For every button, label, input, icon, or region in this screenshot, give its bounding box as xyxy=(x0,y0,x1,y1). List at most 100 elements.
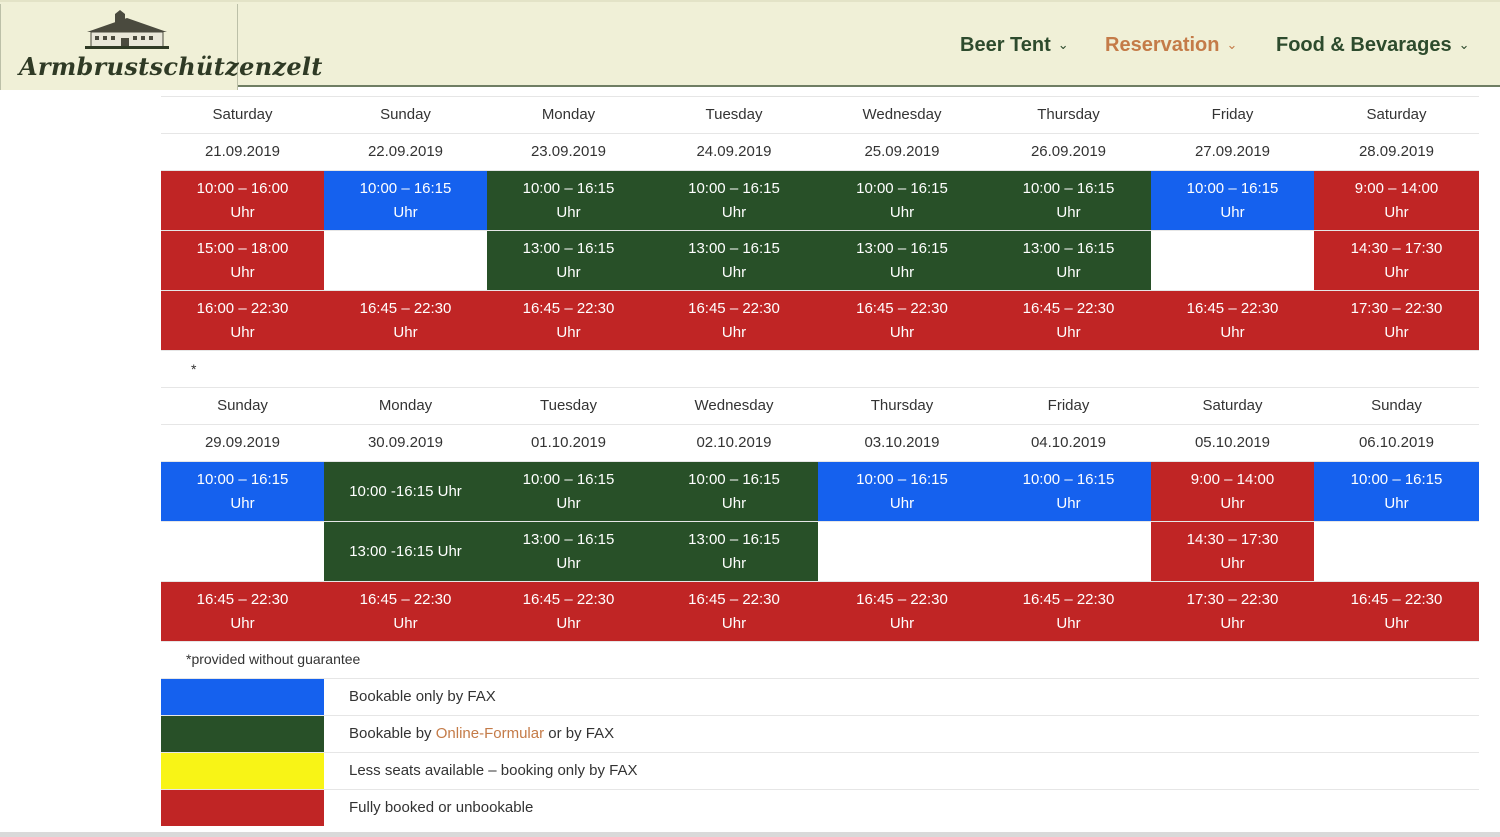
time-slot-green: 10:00 – 16:15 Uhr xyxy=(650,171,818,230)
time-slot-text: 10:00 – 16:15 Uhr xyxy=(1023,468,1115,516)
time-slot-red: 16:45 – 22:30 Uhr xyxy=(1314,582,1479,641)
date-header: 25.09.2019 xyxy=(864,143,940,160)
time-slot-blue: 10:00 – 16:15 Uhr xyxy=(324,171,487,230)
nav-reservation[interactable]: Reservation ⌄ xyxy=(1105,34,1237,57)
legend-text: Bookable only by FAX xyxy=(349,688,496,705)
time-slot-unit: Uhr xyxy=(230,263,255,281)
time-slot-red: 16:45 – 22:30 Uhr xyxy=(324,291,487,350)
time-slot-unit: Uhr xyxy=(556,203,581,221)
time-slot-text: 13:00 – 16:15 Uhr xyxy=(856,237,948,285)
time-slot-time: 16:45 – 22:30 xyxy=(688,590,780,608)
week1-days-row: Saturday Sunday Monday Tuesday Wednesday… xyxy=(161,96,1479,133)
time-slot-text: 10:00 – 16:15 Uhr xyxy=(523,468,615,516)
legend-swatch-red xyxy=(161,790,324,826)
time-slot-text: 13:00 – 16:15 Uhr xyxy=(523,528,615,576)
time-slot-red: 15:00 – 18:00 Uhr xyxy=(161,231,324,290)
time-slot-red: 16:45 – 22:30 Uhr xyxy=(1151,291,1314,350)
week2-slot-row: 10:00 – 16:15 Uhr 10:00 -16:15 Uhr 10:00 – … xyxy=(161,461,1479,521)
time-slot-unit: Uhr xyxy=(230,203,255,221)
week2-slot-row: 13:00 -16:15 Uhr 13:00 – 16:15 Uhr 13:00 – … xyxy=(161,521,1479,581)
time-slot-unit: Uhr xyxy=(393,614,418,632)
time-slot-text: 16:45 – 22:30 Uhr xyxy=(197,588,289,636)
time-slot-text: 14:30 – 17:30 Uhr xyxy=(1351,237,1443,285)
time-slot-text: 10:00 – 16:15 Uhr xyxy=(856,177,948,225)
time-slot-green: 13:00 – 16:15 Uhr xyxy=(650,522,818,581)
legend-row: Bookable only by FAX xyxy=(161,678,1479,715)
time-slot-text: 16:45 – 22:30 Uhr xyxy=(856,588,948,636)
time-slot-green: 10:00 – 16:15 Uhr xyxy=(986,171,1151,230)
reservation-schedule-table: Saturday Sunday Monday Tuesday Wednesday… xyxy=(161,96,1479,826)
nav-food-beverages[interactable]: Food & Bevarages ⌄ xyxy=(1276,34,1470,57)
time-slot-green: 13:00 – 16:15 Uhr xyxy=(487,522,650,581)
week2-dates-row: 29.09.2019 30.09.2019 01.10.2019 02.10.2… xyxy=(161,424,1479,461)
time-slot-time: 10:00 – 16:15 xyxy=(1186,179,1279,197)
day-header: Monday xyxy=(541,106,596,123)
time-slot-unit: Uhr xyxy=(1220,614,1245,632)
date-header: 23.09.2019 xyxy=(530,143,607,160)
date-header: 01.10.2019 xyxy=(530,434,607,451)
day-header: Saturday xyxy=(1366,106,1427,123)
time-slot-unit: Uhr xyxy=(1384,614,1409,632)
time-slot-green: 13:00 – 16:15 Uhr xyxy=(487,231,650,290)
date-header: 30.09.2019 xyxy=(367,434,444,451)
time-slot-time: 16:45 – 22:30 xyxy=(359,299,452,317)
week2-days-row: Sunday Monday Tuesday Wednesday Thursday… xyxy=(161,387,1479,424)
legend-swatch-green xyxy=(161,716,324,752)
time-slot-green: 13:00 – 16:15 Uhr xyxy=(818,231,986,290)
legend-text: Fully booked or unbookable xyxy=(349,799,534,816)
time-slot-text: 15:00 – 18:00 Uhr xyxy=(197,237,289,285)
time-slot-red: 16:45 – 22:30 Uhr xyxy=(650,291,818,350)
time-slot-unit: Uhr xyxy=(1056,614,1081,632)
time-slot-unit: Uhr xyxy=(556,323,581,341)
time-slot-unit: Uhr xyxy=(889,494,915,512)
time-slot-unit: Uhr xyxy=(721,263,747,281)
time-slot-green: 10:00 – 16:15 Uhr xyxy=(487,462,650,521)
date-header: 28.09.2019 xyxy=(1358,143,1435,160)
time-slot-time: 16:45 – 22:30 xyxy=(196,590,289,608)
time-slot-time: 16:45 – 22:30 xyxy=(1186,299,1279,317)
time-slot-green: 10:00 – 16:15 Uhr xyxy=(487,171,650,230)
time-slot-time: 13:00 -16:15 Uhr xyxy=(349,542,462,560)
time-slot-unit: Uhr xyxy=(721,554,747,572)
time-slot-red: 16:45 – 22:30 Uhr xyxy=(986,291,1151,350)
day-header: Sunday xyxy=(217,397,268,414)
time-slot-white xyxy=(161,522,324,581)
time-slot-time: 10:00 -16:15 Uhr xyxy=(349,482,462,500)
time-slot-unit: Uhr xyxy=(1384,203,1409,221)
nav-label: Beer Tent xyxy=(960,34,1051,56)
online-formular-link[interactable]: Online-Formular xyxy=(436,725,544,742)
time-slot-time: 10:00 – 16:15 xyxy=(688,470,780,488)
date-header: 27.09.2019 xyxy=(1194,143,1271,160)
time-slot-white xyxy=(1314,522,1479,581)
date-header: 06.10.2019 xyxy=(1358,434,1435,451)
time-slot-text: 10:00 – 16:15 Uhr xyxy=(360,177,452,225)
week1-dates-row: 21.09.2019 22.09.2019 23.09.2019 24.09.2… xyxy=(161,133,1479,170)
day-header: Monday xyxy=(378,397,433,414)
time-slot-time: 16:45 – 22:30 xyxy=(856,299,948,317)
time-slot-time: 16:45 – 22:30 xyxy=(359,590,452,608)
time-slot-time: 10:00 – 16:15 xyxy=(1022,179,1115,197)
date-header: 02.10.2019 xyxy=(696,434,772,451)
time-slot-blue: 10:00 – 16:15 Uhr xyxy=(986,462,1151,521)
footnote-text: *provided without guarantee xyxy=(186,651,361,667)
time-slot-blue: 10:00 – 16:15 Uhr xyxy=(818,462,986,521)
time-slot-text: 10:00 – 16:15 Uhr xyxy=(688,468,780,516)
week2-slot-row: 16:45 – 22:30 Uhr 16:45 – 22:30 Uhr 16:45 – … xyxy=(161,581,1479,641)
nav-beer-tent[interactable]: Beer Tent ⌄ xyxy=(960,34,1069,57)
date-header: 03.10.2019 xyxy=(864,434,940,451)
site-logo[interactable]: Armbrustschützenzelt xyxy=(0,4,322,90)
chevron-down-icon: ⌄ xyxy=(1226,37,1238,52)
time-slot-text: 16:45 – 22:30 Uhr xyxy=(856,297,948,345)
time-slot-text: 10:00 – 16:15 Uhr xyxy=(197,468,289,516)
time-slot-unit: Uhr xyxy=(1056,203,1081,221)
time-slot-text: 17:30 – 22:30 Uhr xyxy=(1187,588,1279,636)
time-slot-unit: Uhr xyxy=(393,203,418,221)
time-slot-unit: Uhr xyxy=(230,614,255,632)
time-slot-time: 10:00 – 16:15 xyxy=(522,179,615,197)
time-slot-time: 10:00 – 16:15 xyxy=(856,470,948,488)
time-slot-time: 10:00 – 16:15 xyxy=(856,179,948,197)
time-slot-green: 10:00 -16:15 Uhr xyxy=(324,462,487,521)
time-slot-text: 16:00 – 22:30 Uhr xyxy=(197,297,289,345)
time-slot-red: 16:45 – 22:30 Uhr xyxy=(986,582,1151,641)
time-slot-blue: 10:00 – 16:15 Uhr xyxy=(1314,462,1479,521)
